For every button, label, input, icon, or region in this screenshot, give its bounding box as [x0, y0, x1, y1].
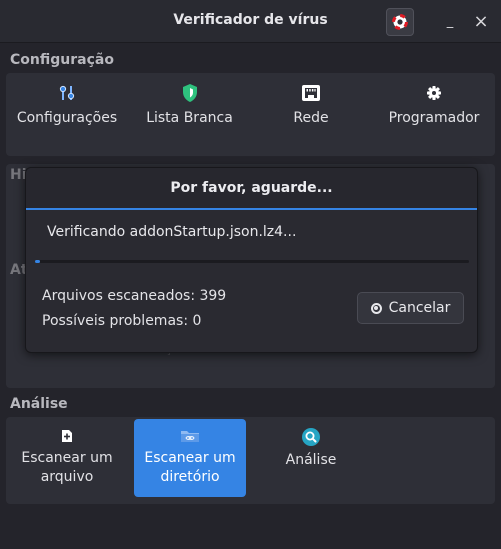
cancel-button[interactable]: Cancelar: [357, 292, 464, 324]
scan-directory-label-2: diretório: [160, 469, 220, 485]
sliders-icon: [59, 85, 75, 100]
scan-file-label-2: arquivo: [40, 469, 94, 485]
gear-icon: [427, 86, 441, 100]
stop-icon: [370, 302, 382, 314]
scan-directory-label-1: Escanear um: [144, 450, 236, 466]
possible-problems-text: Possíveis problemas: 0: [42, 313, 202, 329]
network-port-icon: [302, 85, 320, 101]
lifebuoy-icon: [392, 14, 408, 30]
config-section-label: Configuração: [10, 52, 114, 68]
shield-icon: [182, 84, 197, 102]
whitelist-label: Lista Branca: [146, 110, 233, 126]
network-button[interactable]: Rede: [261, 83, 361, 128]
analysis-panel: Escanear um arquivo Escanear um diretóri…: [6, 417, 495, 504]
scheduler-button[interactable]: Programador: [384, 83, 484, 128]
settings-label: Configurações: [16, 110, 118, 126]
close-button[interactable]: ×: [468, 8, 494, 34]
analysis-section-label: Análise: [10, 396, 68, 412]
progress-dialog: Por favor, aguarde... Verificando addonS…: [25, 167, 478, 353]
analysis-label: Análise: [285, 452, 337, 468]
scan-progress-fill: [35, 260, 41, 263]
file-plus-icon: [62, 430, 72, 442]
scan-progress-bar: [35, 260, 469, 263]
help-button[interactable]: [386, 8, 414, 36]
scan-status-text: Verificando addonStartup.json.lz4...: [47, 224, 297, 240]
scan-file-button[interactable]: Escanear um arquivo: [12, 419, 122, 497]
title-bar: Verificador de vírus _ ×: [0, 0, 501, 43]
scheduler-label: Programador: [388, 110, 480, 126]
minimize-button[interactable]: _: [437, 8, 463, 34]
scan-directory-button[interactable]: Escanear um diretório: [134, 419, 246, 497]
scan-file-label-1: Escanear um: [21, 450, 113, 466]
whitelist-button[interactable]: Lista Branca: [137, 83, 242, 128]
config-panel: Configurações Lista Branca Rede Programa…: [6, 73, 495, 156]
search-icon: [302, 428, 320, 446]
window-title: Verificador de vírus: [173, 12, 328, 28]
analysis-button[interactable]: Análise: [261, 419, 361, 497]
settings-button[interactable]: Configurações: [12, 83, 122, 128]
dialog-title: Por favor, aguarde...: [26, 168, 477, 210]
cancel-label: Cancelar: [388, 300, 451, 316]
folder-link-icon: [181, 431, 199, 442]
network-label: Rede: [293, 110, 329, 126]
files-scanned-text: Arquivos escaneados: 399: [42, 288, 227, 304]
